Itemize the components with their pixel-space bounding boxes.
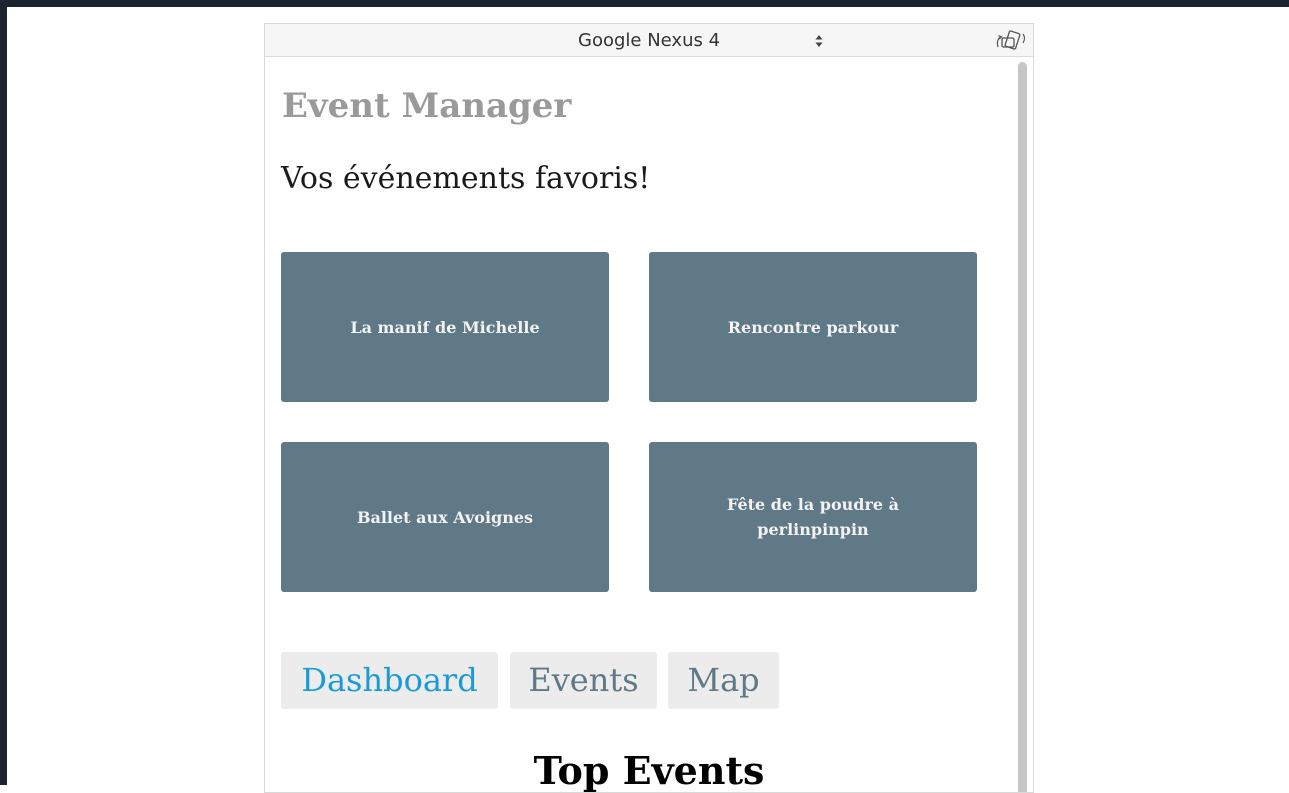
tab-map[interactable]: Map: [668, 652, 779, 709]
tab-dashboard[interactable]: Dashboard: [281, 652, 498, 709]
event-card-label: Ballet aux Avoignes: [356, 507, 534, 527]
updown-arrows-icon[interactable]: [814, 31, 824, 51]
event-card[interactable]: Ballet aux Avoignes: [281, 442, 609, 592]
page-title: Event Manager: [282, 86, 572, 126]
favorites-heading: Vos événements favoris!: [281, 161, 651, 196]
device-toolbar: Google Nexus 4: [265, 24, 1033, 57]
event-card[interactable]: La manif de Michelle: [281, 252, 609, 402]
window-frame-left: [0, 0, 7, 785]
event-card-label: La manif de Michelle: [350, 317, 540, 337]
device-select[interactable]: Google Nexus 4: [578, 31, 720, 51]
event-card[interactable]: Rencontre parkour: [649, 252, 977, 402]
window-frame-top: [0, 0, 1289, 7]
rotate-device-icon[interactable]: [994, 29, 1028, 53]
top-events-heading: Top Events: [533, 748, 765, 793]
device-viewport: Event Manager Vos événements favoris! La…: [265, 57, 1033, 793]
event-card-label: Rencontre parkour: [727, 317, 899, 337]
device-emulator: Google Nexus 4 Event Manager Vos événeme…: [264, 23, 1034, 793]
event-card[interactable]: Fête de la poudre à perlinpinpin: [649, 442, 977, 592]
event-card-label: Fête de la poudre à perlinpinpin: [727, 495, 899, 539]
scrollbar[interactable]: [1018, 62, 1027, 792]
tab-events[interactable]: Events: [510, 652, 657, 709]
